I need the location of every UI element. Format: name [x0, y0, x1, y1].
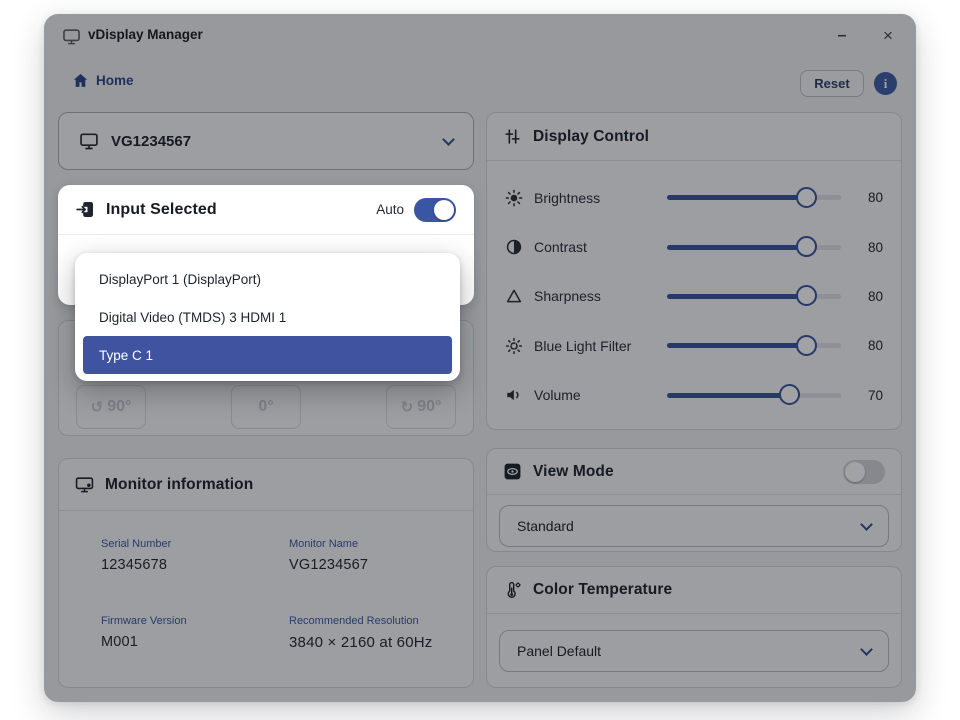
input-selected-title: Input Selected — [106, 201, 217, 219]
app-window: vDisplay Manager – × Home Reset i VG1234… — [44, 14, 916, 702]
input-option-type-c[interactable]: Type C 1 — [83, 336, 452, 374]
input-options-dropdown: DisplayPort 1 (DisplayPort) Digital Vide… — [75, 253, 460, 381]
input-option-hdmi[interactable]: Digital Video (TMDS) 3 HDMI 1 — [83, 298, 452, 336]
auto-label: Auto — [376, 202, 404, 217]
input-option-displayport[interactable]: DisplayPort 1 (DisplayPort) — [83, 260, 452, 298]
input-icon — [76, 200, 95, 219]
auto-toggle[interactable] — [414, 198, 456, 222]
